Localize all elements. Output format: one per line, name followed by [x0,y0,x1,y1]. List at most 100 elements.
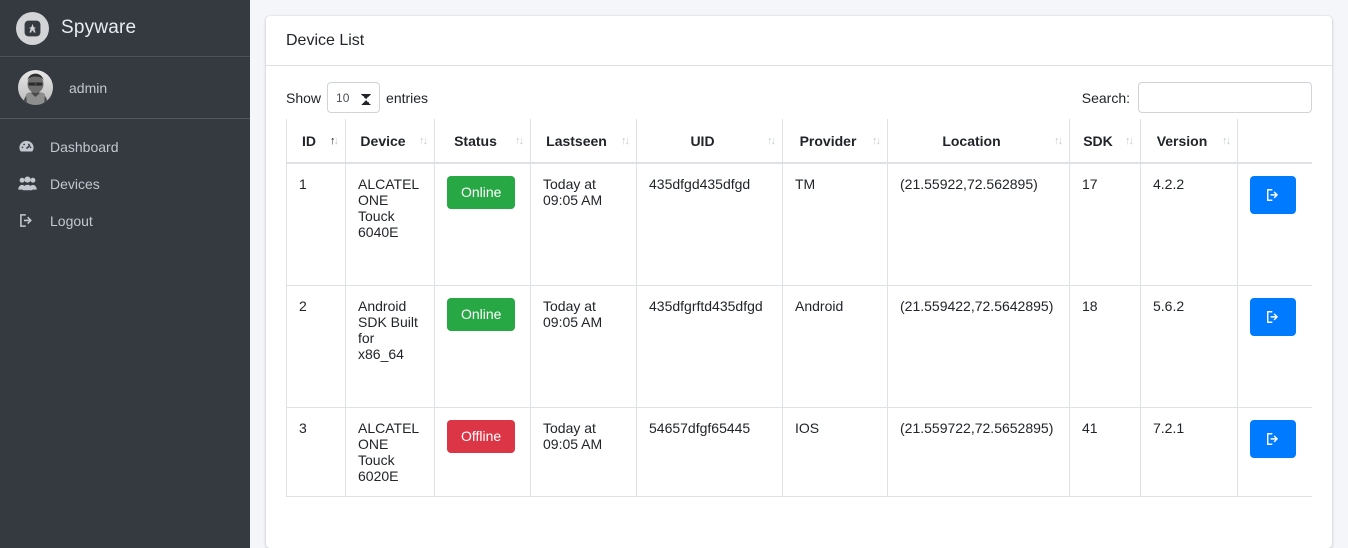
table-header-row: ID ↑↓ Device ↑↓ Status ↑↓ Lastseen ↑↓ UI… [286,119,1312,164]
cell-action [1237,284,1312,408]
column-header-label: UID [690,132,715,149]
cell-version: 5.6.2 [1140,284,1238,408]
page-title: Device List [286,31,365,49]
cell-provider: IOS [782,406,888,497]
card-body: Show 10 25 50 100 entries Search: [266,66,1332,548]
column-header-location[interactable]: Location ↑↓ [887,119,1070,164]
row-action-button[interactable] [1250,297,1296,336]
sort-icon: ↑↓ [1222,134,1231,147]
sort-icon: ↑↓ [1054,134,1063,147]
search-control: Search: [1082,82,1312,113]
sort-icon: ↑↓ [1125,134,1134,147]
row-action-button[interactable] [1250,419,1296,458]
cell-device: ALCATEL ONE Touck 6040E [345,162,435,286]
column-header-id[interactable]: ID ↑↓ [286,119,346,164]
column-header-label: Lastseen [546,132,607,149]
column-header-label: Location [942,132,1001,149]
search-label: Search: [1081,89,1130,106]
sign-out-icon [1265,187,1281,203]
sign-out-icon [1265,431,1281,447]
column-header-uid[interactable]: UID ↑↓ [636,119,783,164]
status-badge: Online [447,297,516,331]
device-table: ID ↑↓ Device ↑↓ Status ↑↓ Lastseen ↑↓ UI… [286,119,1312,497]
sidebar-item-label: Logout [50,212,93,229]
sidebar-item-devices[interactable]: Devices [8,166,242,201]
show-label: Show [286,89,322,106]
column-header-label: ID [302,132,316,149]
cell-location: (21.559722,72.5652895) [887,406,1070,497]
table-row: 2 Android SDK Built for x86_64 Online To… [286,284,1312,408]
sidebar-item-label: Dashboard [50,138,119,155]
entries-select[interactable]: 10 25 50 100 [327,82,381,113]
table-row: 3 ALCATEL ONE Touck 6020E Offline Today … [286,406,1312,497]
cell-version: 4.2.2 [1140,162,1238,286]
cell-id: 1 [286,162,346,286]
sort-icon: ↑↓ [872,134,881,147]
entries-label: entries [386,89,429,106]
brand-header[interactable]: Spyware [0,0,250,57]
sort-icon: ↑↓ [419,134,428,147]
column-header-sdk[interactable]: SDK ↑↓ [1069,119,1141,164]
datatable-toolbar: Show 10 25 50 100 entries Search: [286,82,1312,119]
users-icon [18,175,44,192]
sign-out-icon [18,212,44,229]
sidebar-item-label: Devices [50,175,100,192]
cell-id: 2 [286,284,346,408]
avatar [18,70,53,105]
column-header-label: Status [454,132,497,149]
table-row: 1 ALCATEL ONE Touck 6040E Online Today a… [286,162,1312,286]
sort-icon: ↑↓ [515,134,524,147]
status-badge: Online [447,176,516,210]
sidebar-item-dashboard[interactable]: Dashboard [8,129,242,164]
cell-provider: Android [782,284,888,408]
cell-id: 3 [286,406,346,497]
app-logo-icon [16,11,49,45]
cell-status: Offline [434,406,531,497]
column-header-label: Device [360,132,406,149]
cell-lastseen: Today at 09:05 AM [530,284,637,408]
card-header: Device List [266,16,1332,66]
cell-action [1237,406,1312,497]
tachometer-icon [18,138,44,155]
cell-location: (21.55922,72.562895) [887,162,1070,286]
sort-icon: ↑↓ [767,134,776,147]
column-header-provider[interactable]: Provider ↑↓ [782,119,888,164]
entries-length-control: Show 10 25 50 100 entries [286,82,428,113]
cell-uid: 435dfgrftd435dfgd [636,284,783,408]
column-header-label: Version [1156,132,1208,149]
table-scroll-region[interactable]: ID ↑↓ Device ↑↓ Status ↑↓ Lastseen ↑↓ UI… [286,119,1312,497]
cell-provider: TM [782,162,888,286]
sort-icon: ↑↓ [330,134,339,147]
column-header-device[interactable]: Device ↑↓ [345,119,435,164]
cell-status: Online [434,284,531,408]
cell-action [1237,162,1312,286]
cell-device: Android SDK Built for x86_64 [345,284,435,408]
cell-uid: 435dfgd435dfgd [636,162,783,286]
search-input[interactable] [1138,82,1312,113]
column-header-label: Provider [799,132,857,149]
main-content: Device List Show 10 25 50 100 entries [250,0,1348,548]
device-list-card: Device List Show 10 25 50 100 entries [266,16,1332,548]
column-header-status[interactable]: Status ↑↓ [434,119,531,164]
sort-icon: ↑↓ [621,134,630,147]
cell-location: (21.559422,72.5642895) [887,284,1070,408]
status-badge: Offline [447,419,516,453]
column-header-lastseen[interactable]: Lastseen ↑↓ [530,119,637,164]
row-action-button[interactable] [1250,176,1296,214]
cell-device: ALCATEL ONE Touck 6020E [345,406,435,497]
user-name: admin [69,79,108,96]
sign-out-icon [1265,309,1281,325]
cell-uid: 54657dfgf65445 [636,406,783,497]
sidebar-nav: Dashboard Devices Logout [0,119,250,240]
app-root: Spyware admin Dashboard Devices Logout D… [0,0,1348,548]
cell-sdk: 17 [1069,162,1141,286]
cell-sdk: 41 [1069,406,1141,497]
sidebar: Spyware admin Dashboard Devices Logout [0,0,250,548]
user-panel[interactable]: admin [0,57,250,119]
column-header-version[interactable]: Version ↑↓ [1140,119,1238,164]
cell-sdk: 18 [1069,284,1141,408]
cell-version: 7.2.1 [1140,406,1238,497]
cell-lastseen: Today at 09:05 AM [530,406,637,497]
column-header-action[interactable]: Action ↑↓ [1237,119,1312,164]
sidebar-item-logout[interactable]: Logout [8,203,242,238]
